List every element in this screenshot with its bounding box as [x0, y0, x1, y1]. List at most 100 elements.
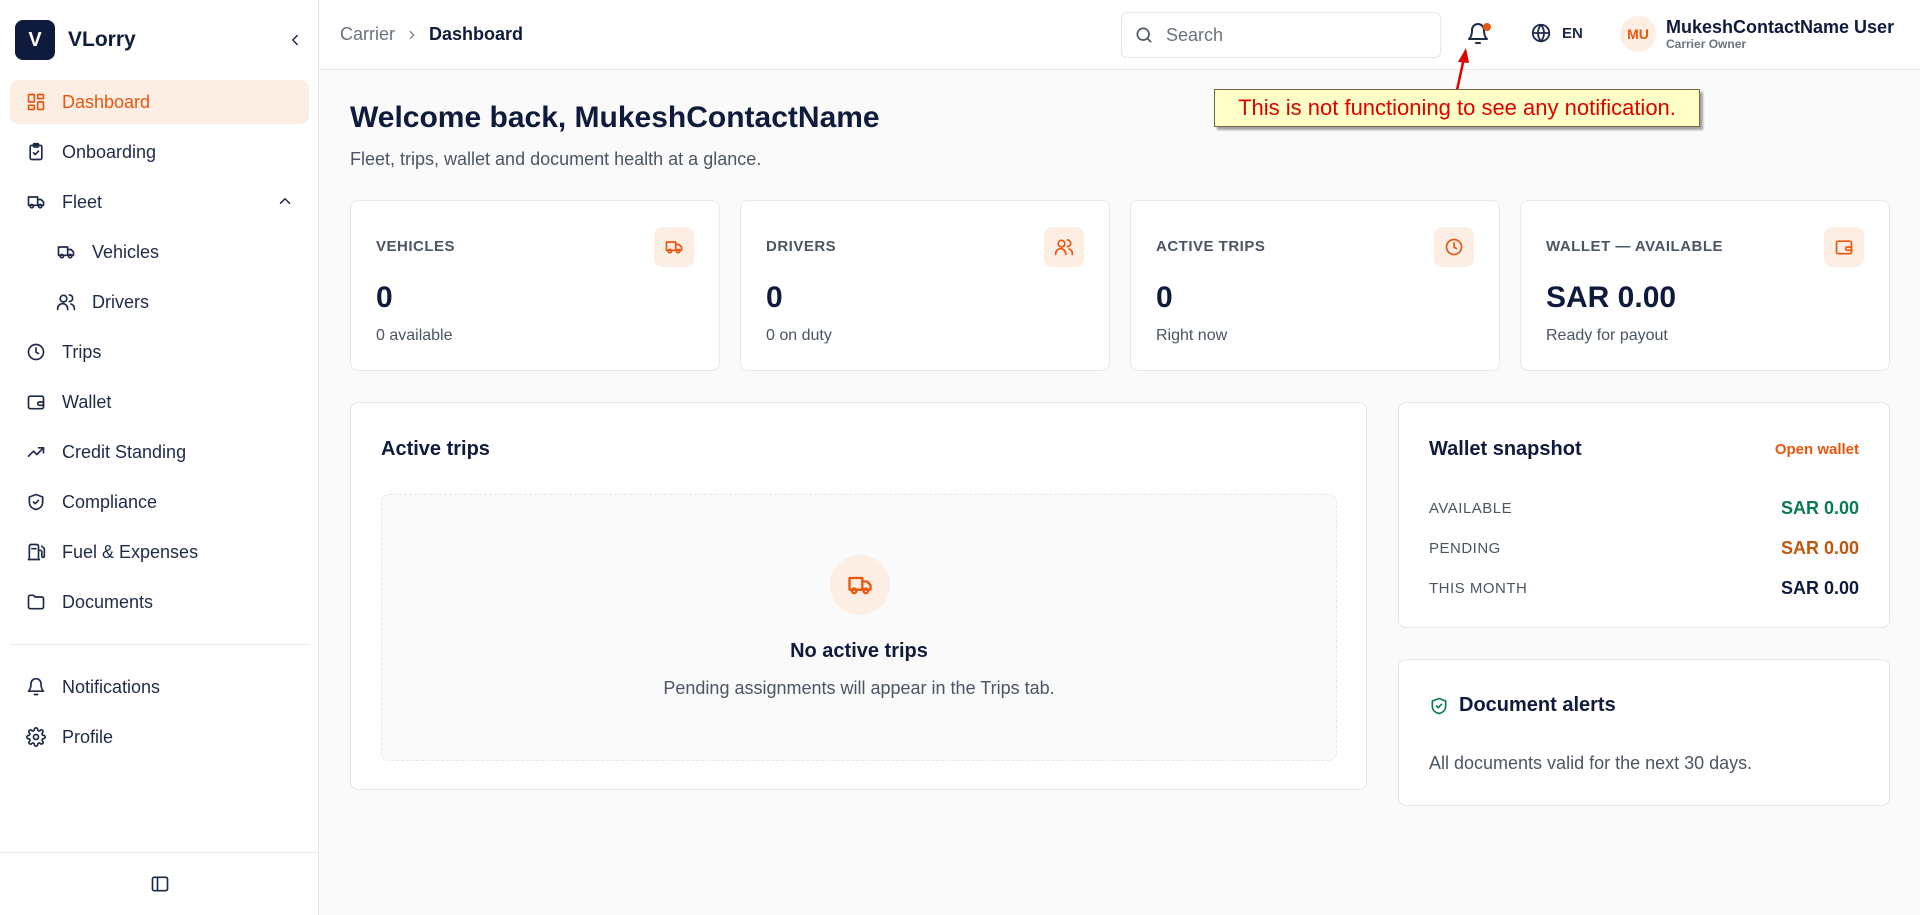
collapse-sidebar-button[interactable]	[285, 30, 305, 50]
wallet-row-value: SAR 0.00	[1780, 537, 1859, 558]
clock-icon	[1434, 227, 1474, 267]
sidebar-item-label: Trips	[62, 341, 102, 362]
annotation-arrow	[1455, 48, 1469, 91]
stat-card-vehicles: VEHICLES 0 0 available	[350, 200, 720, 371]
wallet-row-available: AVAILABLE SAR 0.00	[1429, 496, 1859, 520]
truck-icon	[654, 227, 694, 267]
topbar: Carrier Dashboard EN MU MukeshContactNam…	[320, 0, 1920, 70]
stat-sub: Ready for payout	[1546, 327, 1668, 344]
chevron-up-icon	[279, 197, 291, 204]
globe-icon	[1531, 23, 1551, 43]
breadcrumb-parent[interactable]: Carrier	[340, 24, 395, 45]
wallet-row-label: THIS MONTH	[1429, 579, 1528, 597]
sidebar-item-drivers[interactable]: Drivers	[10, 280, 309, 324]
stat-label: VEHICLES	[376, 238, 456, 255]
document-alerts-header: Document alerts	[1429, 694, 1616, 717]
sidebar-toggle-button[interactable]	[0, 852, 319, 915]
sidebar-item-wallet[interactable]: Wallet	[10, 380, 309, 424]
stat-label: ACTIVE TRIPS	[1156, 238, 1266, 255]
annotation-callout: This is not functioning to see any notif…	[1214, 89, 1700, 127]
avatar: MU	[1620, 16, 1656, 52]
stat-card-active-trips: ACTIVE TRIPS 0 Right now	[1130, 200, 1500, 371]
page-title: Welcome back, MukeshContactName	[350, 101, 880, 134]
stat-card-drivers: DRIVERS 0 0 on duty	[740, 200, 1110, 371]
sidebar-panel-icon	[151, 876, 168, 892]
wallet-row-this-month: THIS MONTH SAR 0.00	[1429, 576, 1859, 600]
sidebar-item-label: Drivers	[92, 291, 149, 312]
users-icon	[1044, 227, 1084, 267]
user-name: MukeshContactName User	[1666, 17, 1895, 37]
search-box[interactable]	[1121, 12, 1441, 58]
truck-icon	[25, 191, 47, 213]
wallet-icon	[25, 391, 47, 413]
breadcrumb-current: Dashboard	[429, 24, 524, 44]
trending-up-icon	[25, 441, 47, 463]
brand-name: VLorry	[68, 28, 136, 51]
user-role: Carrier Owner	[1666, 37, 1747, 51]
bell-icon	[25, 676, 47, 698]
sidebar-item-label: Dashboard	[62, 91, 151, 112]
sidebar-item-label: Profile	[62, 726, 114, 747]
search-input[interactable]	[1166, 24, 1426, 46]
brand[interactable]: V VLorry	[15, 20, 305, 60]
sidebar-item-label: Documents	[62, 591, 154, 612]
sidebar-item-notifications[interactable]: Notifications	[10, 665, 309, 709]
page-subtitle: Fleet, trips, wallet and document health…	[350, 149, 762, 169]
wallet-snapshot-card: Wallet snapshot Open wallet AVAILABLE SA…	[1398, 402, 1890, 628]
gear-icon	[25, 726, 47, 748]
user-menu[interactable]: MU MukeshContactName User Carrier Owner	[1620, 16, 1894, 52]
sidebar-item-credit-standing[interactable]: Credit Standing	[10, 430, 309, 474]
stat-label: WALLET — AVAILABLE	[1546, 238, 1724, 255]
truck-icon	[55, 241, 77, 263]
card-title: Wallet snapshot	[1429, 438, 1582, 460]
empty-state-title: No active trips	[790, 640, 928, 662]
clipboard-icon	[25, 141, 47, 163]
search-icon	[1136, 27, 1152, 43]
nav-divider	[10, 644, 309, 645]
card-title: Document alerts	[1459, 694, 1616, 716]
sidebar-nav: Dashboard Onboarding Fleet Vehicles Driv…	[10, 80, 309, 765]
sidebar-item-label: Onboarding	[62, 141, 157, 162]
breadcrumb: Carrier Dashboard	[340, 24, 523, 45]
document-alerts-card: Document alerts All documents valid for …	[1398, 659, 1890, 806]
stat-sub: 0 available	[376, 327, 453, 344]
stat-sub: 0 on duty	[766, 327, 832, 344]
chevron-left-icon	[292, 34, 298, 46]
sidebar-item-label: Fleet	[62, 191, 103, 212]
chevron-right-icon	[405, 28, 419, 42]
clock-icon	[25, 341, 47, 363]
wallet-row-label: PENDING	[1429, 539, 1501, 557]
sidebar-item-vehicles[interactable]: Vehicles	[10, 230, 309, 274]
dashboard-icon	[25, 91, 47, 113]
sidebar-item-dashboard[interactable]: Dashboard	[10, 80, 309, 124]
wallet-row-pending: PENDING SAR 0.00	[1429, 536, 1859, 560]
wallet-row-value: SAR 0.00	[1780, 577, 1859, 598]
stat-value: 0	[1156, 281, 1173, 314]
shield-icon	[25, 491, 47, 513]
sidebar-item-compliance[interactable]: Compliance	[10, 480, 309, 524]
language-code: EN	[1562, 24, 1583, 42]
truck-icon	[830, 555, 890, 615]
stat-sub: Right now	[1156, 327, 1228, 344]
sidebar-item-fuel-expenses[interactable]: Fuel & Expenses	[10, 530, 309, 574]
sidebar-item-label: Fuel & Expenses	[62, 541, 199, 562]
stat-label: DRIVERS	[766, 238, 837, 255]
sidebar-item-label: Compliance	[62, 491, 158, 512]
sidebar-item-profile[interactable]: Profile	[10, 715, 309, 759]
open-wallet-link[interactable]: Open wallet	[1775, 441, 1859, 458]
sidebar-item-trips[interactable]: Trips	[10, 330, 309, 374]
sidebar-item-label: Vehicles	[92, 241, 160, 262]
notifications-button[interactable]	[1466, 22, 1492, 48]
sidebar-item-label: Notifications	[62, 676, 161, 697]
stat-value: 0	[766, 281, 783, 314]
users-icon	[55, 291, 77, 313]
sidebar-item-label: Wallet	[62, 391, 112, 412]
active-trips-card: Active trips No active trips Pending ass…	[350, 402, 1367, 790]
sidebar-item-onboarding[interactable]: Onboarding	[10, 130, 309, 174]
sidebar-item-label: Credit Standing	[62, 441, 187, 462]
wallet-row-label: AVAILABLE	[1429, 499, 1513, 517]
empty-state-subtitle: Pending assignments will appear in the T…	[663, 678, 1055, 698]
language-switcher[interactable]: EN	[1530, 22, 1583, 44]
sidebar-item-documents[interactable]: Documents	[10, 580, 309, 624]
sidebar-item-fleet[interactable]: Fleet	[10, 180, 309, 224]
